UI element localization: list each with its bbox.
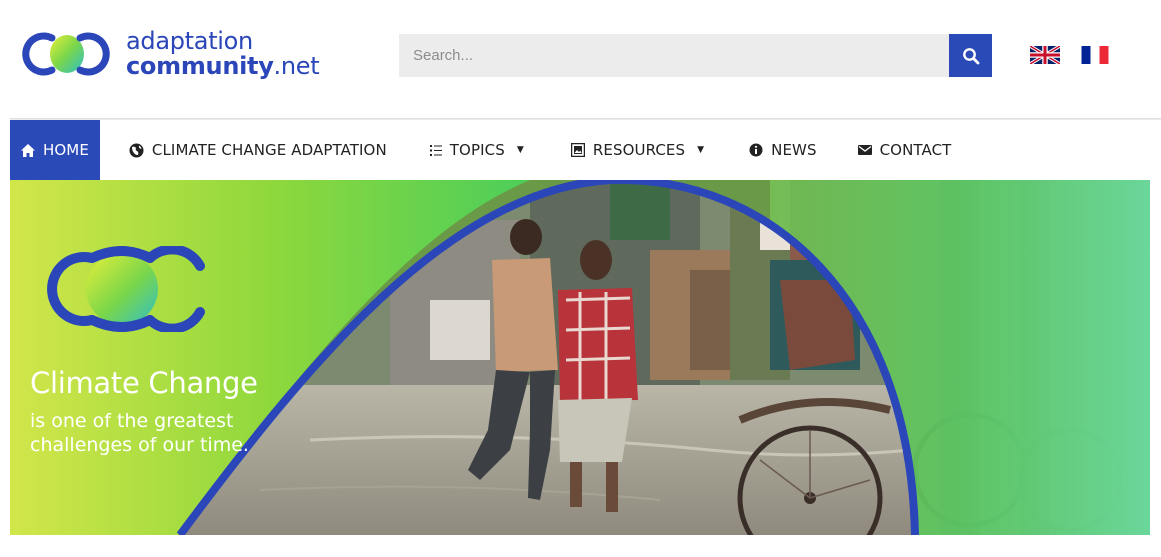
infinity-loop-logo-icon <box>22 32 110 76</box>
logo-line2: community.net <box>126 52 320 80</box>
nav-item-label: CLIMATE CHANGE ADAPTATION <box>151 141 387 159</box>
logo-wordmark: adaptation community.net <box>126 27 320 80</box>
search-bar <box>399 34 992 77</box>
main-navigation: HOME CLIMATE CHANGE ADAPTATION TOPICS ▼ … <box>10 120 1161 180</box>
nav-item-contact[interactable]: CONTACT <box>857 120 952 180</box>
chevron-down-icon: ▼ <box>516 145 524 155</box>
nav-item-label: CONTACT <box>879 141 952 159</box>
logo-line2-bold: community <box>126 52 274 80</box>
globe-icon <box>129 143 144 158</box>
nav-item-news[interactable]: NEWS <box>749 120 817 180</box>
info-icon <box>749 143 763 157</box>
image-gallery-icon <box>570 143 585 157</box>
flooded-street-photo <box>10 180 1150 535</box>
hero-subtitle: is one of the greatest challenges of our… <box>30 410 249 456</box>
uk-flag-icon[interactable] <box>1030 46 1060 64</box>
hero-banner: Climate Change is one of the greatest ch… <box>10 180 1150 535</box>
envelope-icon <box>857 145 872 155</box>
chevron-down-icon: ▼ <box>697 145 705 155</box>
nav-item-home[interactable]: HOME <box>10 120 100 180</box>
nav-item-label: NEWS <box>771 141 817 159</box>
home-icon <box>21 143 35 157</box>
nav-item-climate-change-adaptation[interactable]: CLIMATE CHANGE ADAPTATION <box>129 120 387 180</box>
site-header: adaptation community.net <box>0 0 1161 118</box>
nav-item-topics[interactable]: TOPICS ▼ <box>429 120 524 180</box>
search-button[interactable] <box>949 34 992 77</box>
nav-item-label: TOPICS <box>449 141 505 159</box>
nav-item-label: RESOURCES <box>592 141 686 159</box>
hero-title: Climate Change <box>30 366 258 400</box>
infinity-loop-logo-icon <box>47 246 205 332</box>
french-flag-icon[interactable] <box>1080 46 1110 64</box>
site-logo[interactable]: adaptation community.net <box>22 27 320 80</box>
list-icon <box>429 144 442 156</box>
nav-item-label: HOME <box>43 141 89 159</box>
search-icon <box>962 47 979 64</box>
search-input[interactable] <box>399 34 949 77</box>
logo-line1: adaptation <box>126 27 253 55</box>
logo-line2-suffix: .net <box>273 52 320 80</box>
nav-item-resources[interactable]: RESOURCES ▼ <box>570 120 705 180</box>
